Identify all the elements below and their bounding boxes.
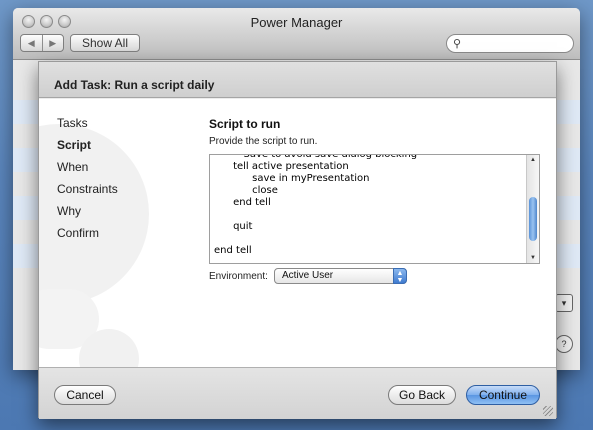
resize-grip-icon[interactable] (543, 406, 553, 416)
go-back-button[interactable]: Go Back (388, 385, 456, 405)
pane-description: Provide the script to run. (209, 136, 318, 147)
window-toolbar: Power Manager ◀ ▶ Show All ⚲ (13, 8, 580, 60)
sheet-body: Tasks Script When Constraints Why Confir… (39, 99, 556, 367)
step-why: Why (57, 204, 81, 218)
step-confirm: Confirm (57, 226, 100, 240)
search-icon: ⚲ (453, 38, 462, 50)
script-scrollbar[interactable]: ▲ ▼ (526, 155, 539, 263)
step-constraints: Constraints (57, 182, 118, 196)
back-forward-control: ◀ ▶ (20, 34, 64, 52)
pane-title: Script to run (209, 117, 281, 131)
script-text[interactable]: -- Save to avoid save dialog blocking te… (214, 155, 417, 257)
up-down-arrows-icon: ▲ ▼ (393, 268, 407, 284)
search-field[interactable]: ⚲ (446, 34, 574, 53)
scroll-down-arrow-icon[interactable]: ▼ (527, 253, 539, 263)
script-editor[interactable]: -- Save to avoid save dialog blocking te… (209, 154, 540, 264)
sheet-title: Add Task: Run a script daily (54, 78, 215, 92)
step-when: When (57, 160, 89, 174)
cancel-button[interactable]: Cancel (54, 385, 116, 405)
back-arrow-icon[interactable]: ◀ (21, 35, 42, 51)
step-script: Script (57, 138, 92, 152)
window-title: Power Manager (250, 15, 343, 30)
environment-select[interactable]: Active User ▲ ▼ (274, 268, 407, 284)
sheet-footer: Cancel Go Back Continue (39, 367, 556, 419)
forward-arrow-icon[interactable]: ▶ (41, 35, 64, 51)
popup-arrow-icon[interactable]: ▾ (555, 294, 573, 312)
step-list: Tasks Script When Constraints Why Confir… (57, 115, 118, 247)
scroll-thumb[interactable] (529, 197, 537, 241)
continue-button[interactable]: Continue (466, 385, 540, 405)
help-icon[interactable]: ? (555, 335, 573, 353)
scroll-up-arrow-icon[interactable]: ▲ (527, 155, 539, 165)
add-task-sheet: Add Task: Run a script daily Tasks Scrip… (38, 61, 557, 419)
step-tasks: Tasks (57, 116, 88, 130)
environment-label: Environment: (209, 271, 268, 282)
environment-value: Active User (282, 270, 334, 281)
show-all-button[interactable]: Show All (70, 34, 140, 52)
sheet-header: Add Task: Run a script daily (39, 62, 556, 98)
